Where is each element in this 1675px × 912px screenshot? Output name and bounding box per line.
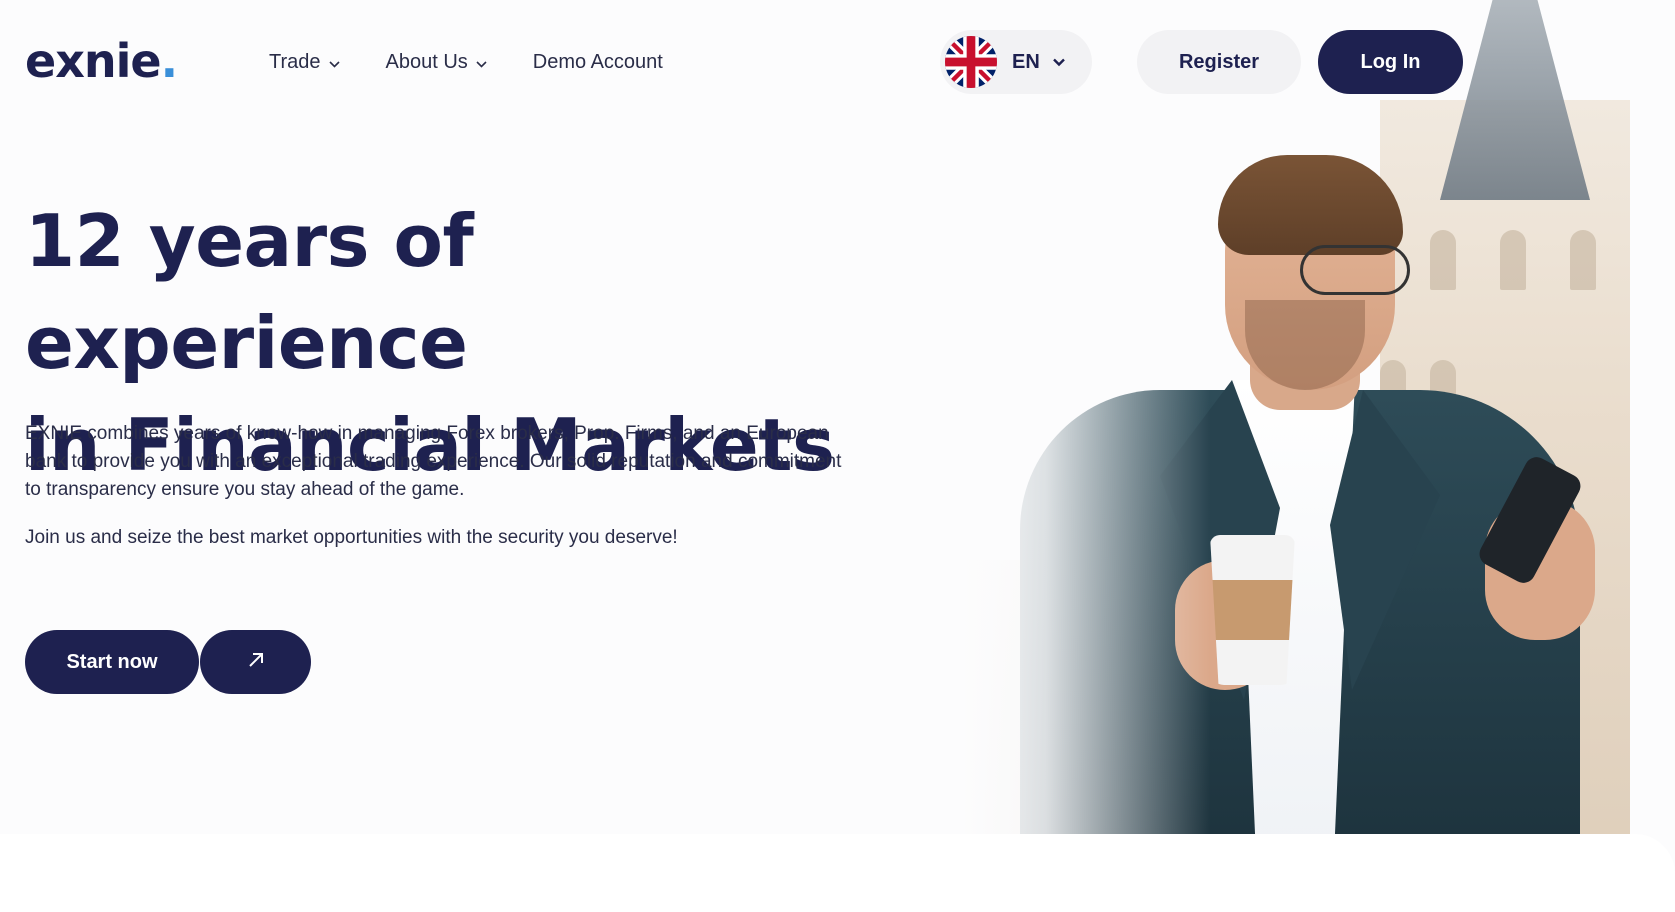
arrow-up-right-icon xyxy=(246,650,266,675)
nav-item-trade[interactable]: Trade xyxy=(269,48,340,76)
image-fade-overlay xyxy=(960,0,1675,890)
brand-logo-text: exnie xyxy=(25,34,162,88)
hero-image xyxy=(960,0,1675,890)
main-nav: Trade About Us Demo Account xyxy=(269,48,663,76)
chevron-down-icon xyxy=(476,56,487,71)
nav-item-label: Trade xyxy=(269,50,321,73)
brand-logo-dot: . xyxy=(160,34,179,88)
section-divider xyxy=(0,834,1675,912)
language-selector[interactable]: EN xyxy=(940,30,1092,94)
nav-item-about-us[interactable]: About Us xyxy=(386,48,487,76)
nav-item-label: Demo Account xyxy=(532,50,663,73)
hero-headline-line: 12 years of experience xyxy=(25,199,474,385)
language-code: EN xyxy=(1012,50,1040,73)
nav-item-label: About Us xyxy=(385,50,468,73)
uk-flag-icon xyxy=(945,36,997,88)
chevron-down-icon xyxy=(328,56,340,71)
chevron-down-icon xyxy=(1052,55,1066,69)
hero-call-to-join: Join us and seize the best market opport… xyxy=(25,527,678,548)
start-now-arrow-button[interactable] xyxy=(200,630,311,694)
start-now-button[interactable]: Start now xyxy=(25,630,199,694)
login-button[interactable]: Log In xyxy=(1318,30,1463,94)
hero-description: EXNIE combines years of know-how in mana… xyxy=(25,423,842,500)
nav-item-demo-account[interactable]: Demo Account xyxy=(533,48,663,76)
register-button[interactable]: Register xyxy=(1137,30,1301,94)
brand-logo[interactable]: exnie. xyxy=(25,33,179,89)
